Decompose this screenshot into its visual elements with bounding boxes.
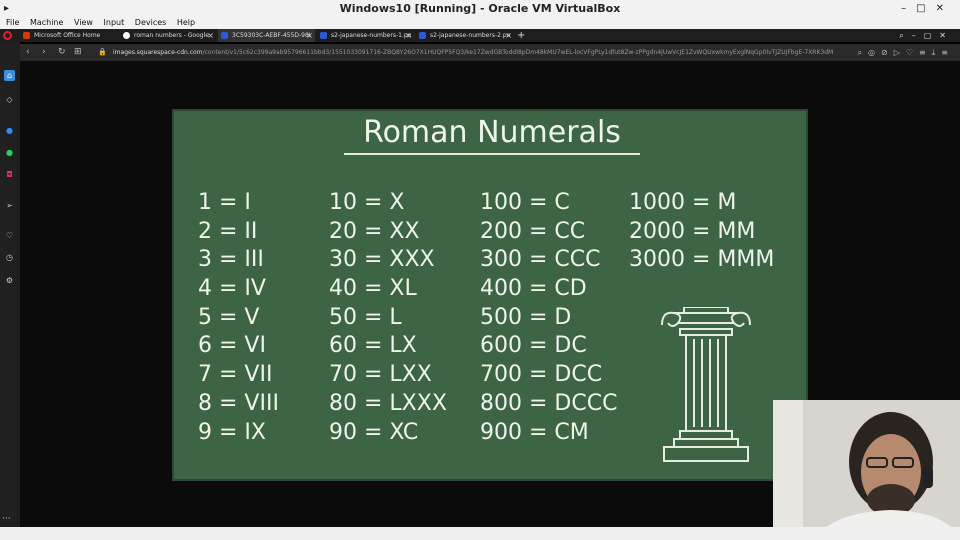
tab-office[interactable]: Microsoft Office Home: [20, 29, 118, 42]
numeral-entry: 2 = II: [198, 218, 258, 244]
numeral-entry: 40 = XL: [329, 276, 417, 302]
numeral-entry: 200 = CC: [480, 218, 586, 244]
browser-tabbar: Microsoft Office Home roman numbers - Go…: [0, 29, 960, 42]
numeral-entry: 80 = LXXX: [329, 390, 447, 416]
more-icon[interactable]: ···: [2, 514, 11, 524]
numeral-entry: 3 = III: [198, 247, 264, 273]
numeral-entry: 6 = VI: [198, 333, 266, 359]
numeral-entry: 20 = XX: [329, 218, 420, 244]
numeral-entry: 10 = X: [329, 190, 405, 215]
tab-google[interactable]: roman numbers - Google ×: [120, 29, 216, 42]
numeral-entry: 9 = IX: [198, 419, 266, 445]
numeral-column-tens: 10 = X 20 = XX 30 = XXX 40 = XL 50 = L 6…: [329, 189, 447, 447]
numeral-entry: 900 = CM: [480, 419, 589, 445]
close-icon[interactable]: ×: [207, 29, 214, 42]
office-icon: [23, 32, 30, 39]
menu-help[interactable]: Help: [173, 17, 199, 29]
url-field[interactable]: images.squarespace-cdn.com/content/v1/5c…: [113, 44, 853, 61]
numeral-entry: 1000 = M: [629, 190, 737, 215]
numeral-entry: 50 = L: [329, 304, 402, 330]
numeral-entry: 70 = LXX: [329, 362, 432, 388]
numeral-entry: 600 = DC: [480, 333, 587, 359]
webcam-overlay: [773, 400, 960, 540]
numeral-entry: 90 = XC: [329, 419, 419, 445]
close-icon[interactable]: ×: [505, 29, 512, 42]
heart-icon[interactable]: ♡: [4, 230, 15, 241]
tab-image-1[interactable]: 3C59303C-AEBF-455D-98I ×: [218, 29, 315, 42]
menu-view[interactable]: View: [70, 17, 97, 29]
close-icon[interactable]: ×: [306, 29, 313, 42]
new-tab-button[interactable]: +: [517, 29, 525, 42]
image-icon: [320, 32, 327, 39]
board-title: Roman Numerals: [363, 115, 621, 150]
webcam-person-image: [773, 400, 960, 540]
lock-icon: 🔒: [98, 48, 107, 56]
numeral-entry: 300 = CCC: [480, 247, 601, 273]
numeral-column-thousands: 1000 = M 2000 = MM 3000 = MMM: [629, 189, 774, 275]
vm-screen: Microsoft Office Home roman numbers - Go…: [0, 29, 960, 540]
vbox-title-bar: ▸ Windows10 [Running] - Oracle VM Virtua…: [0, 0, 960, 17]
instagram-icon[interactable]: ◘: [4, 169, 15, 180]
numeral-entry: 5 = V: [198, 304, 260, 330]
tab-japanese-2[interactable]: s2-japanese-numbers-2.pn ×: [416, 29, 514, 42]
home-icon[interactable]: ⌂: [4, 70, 15, 81]
numeral-entry: 8 = VIII: [198, 390, 279, 416]
numeral-entry: 4 = IV: [198, 276, 266, 302]
image-icon: [419, 32, 426, 39]
menu-devices[interactable]: Devices: [131, 17, 171, 29]
history-icon[interactable]: ◷: [4, 252, 15, 263]
close-icon[interactable]: ×: [405, 29, 412, 42]
menu-input[interactable]: Input: [100, 17, 129, 29]
menu-machine[interactable]: Machine: [26, 17, 68, 29]
numeral-entry: 2000 = MM: [629, 218, 756, 244]
numeral-entry: 500 = D: [480, 304, 572, 330]
window-title: Windows10 [Running] - Oracle VM VirtualB…: [339, 2, 621, 15]
gem-icon[interactable]: ◇: [4, 94, 15, 105]
address-bar: ‹ › ↻ ⊞ 🔒 images.squarespace-cdn.com/con…: [20, 44, 960, 61]
menu-file[interactable]: File: [0, 17, 23, 29]
tabs-grid-icon[interactable]: ⊞: [74, 44, 82, 61]
whatsapp-icon[interactable]: ●: [4, 147, 15, 158]
tab-label: s2-japanese-numbers-1.pn: [331, 32, 412, 39]
settings-icon[interactable]: ⚙: [4, 275, 15, 286]
forward-icon[interactable]: ›: [42, 44, 46, 61]
opera-logo-icon[interactable]: [3, 31, 12, 40]
title-underline: [344, 153, 640, 155]
tab-japanese-1[interactable]: s2-japanese-numbers-1.pn ×: [317, 29, 414, 42]
numeral-column-ones: 1 = I 2 = II 3 = III 4 = IV 5 = V 6 = VI…: [198, 189, 279, 447]
vbox-menubar: File Machine View Input Devices Help: [0, 17, 960, 29]
tab-bar-controls[interactable]: ⌕–▢✕: [899, 29, 954, 42]
numeral-entry: 7 = VII: [198, 362, 273, 388]
tab-label: s2-japanese-numbers-2.pn: [430, 32, 511, 39]
send-icon[interactable]: ➢: [4, 200, 15, 211]
back-icon[interactable]: ‹: [26, 44, 30, 61]
vbox-menu-icon[interactable]: ▸: [4, 0, 9, 17]
browser-sidebar: ⌂ ◇ ● ● ◘ ➢ ♡ ◷ ⚙ ···: [0, 42, 20, 540]
address-bar-icons[interactable]: ⌕◎⊘▷♡≡⤓≡: [858, 44, 954, 61]
greek-column-drawing: [661, 307, 751, 462]
google-icon: [123, 32, 130, 39]
numeral-entry: 30 = XXX: [329, 247, 435, 273]
numeral-entry: 100 = C: [480, 190, 570, 215]
numeral-entry: 700 = DCC: [480, 362, 603, 388]
messenger-icon[interactable]: ●: [4, 125, 15, 136]
numeral-entry: 1 = I: [198, 190, 251, 215]
numeral-entry: 60 = LX: [329, 333, 417, 359]
url-domain: images.squarespace-cdn.com: [113, 49, 203, 56]
window-controls[interactable]: –□✕: [901, 0, 954, 17]
numeral-entry: 3000 = MMM: [629, 247, 775, 273]
chalkboard-image: Roman Numerals 1 = I 2 = II 3 = III 4 = …: [172, 109, 808, 481]
reload-icon[interactable]: ↻: [58, 44, 66, 61]
numeral-entry: 400 = CD: [480, 276, 587, 302]
url-path: /content/v1/5c62c399a9ab95796611bbd3/155…: [202, 49, 834, 56]
image-icon: [221, 32, 228, 39]
tab-label: Microsoft Office Home: [34, 32, 101, 39]
vm-status-bar: [0, 527, 960, 540]
numeral-entry: 800 = DCCC: [480, 390, 618, 416]
tab-label: roman numbers - Google: [134, 32, 209, 39]
numeral-column-hundreds: 100 = C 200 = CC 300 = CCC 400 = CD 500 …: [480, 189, 617, 447]
tab-label: 3C59303C-AEBF-455D-98I: [232, 32, 311, 39]
